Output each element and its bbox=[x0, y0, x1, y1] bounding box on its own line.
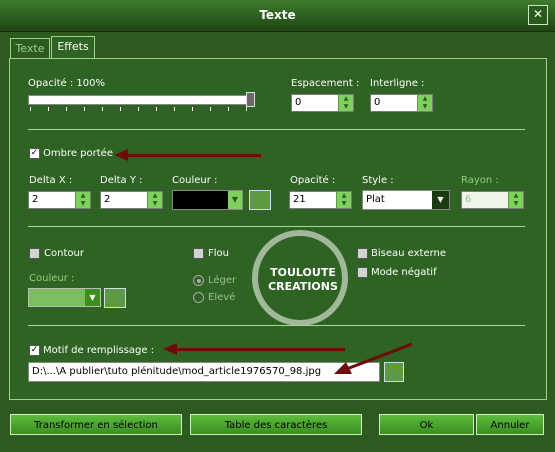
opacity-label: Opacité : 100% bbox=[28, 78, 106, 89]
couleur-contour-dropdown-icon[interactable]: ▼ bbox=[85, 289, 100, 306]
eleve-radio[interactable] bbox=[193, 292, 204, 303]
espacement-field[interactable]: 0 ▲ ▼ bbox=[291, 94, 354, 112]
biseau-label: Biseau externe bbox=[371, 248, 447, 259]
delta-y-value: 2 bbox=[104, 194, 111, 205]
eleve-label: Elevé bbox=[208, 292, 236, 303]
delta-y-field[interactable]: 2 ▲ ▼ bbox=[100, 191, 163, 209]
delta-x-spin-icon[interactable]: ▲ ▼ bbox=[75, 192, 90, 208]
motif-path-value: D:\...\A publier\tuto plénitude\mod_arti… bbox=[32, 366, 322, 377]
tab-texte[interactable]: Texte bbox=[10, 38, 50, 59]
espacement-value: 0 bbox=[295, 97, 302, 108]
motif-label: Motif de remplissage : bbox=[43, 345, 155, 356]
style-value: Plat bbox=[366, 194, 385, 205]
arrow-annotation-3 bbox=[334, 342, 413, 374]
delta-y-label: Delta Y : bbox=[100, 175, 143, 186]
couleur-ombre-label: Couleur : bbox=[172, 175, 218, 186]
ombre-checkbox[interactable]: ✓ bbox=[29, 148, 40, 159]
separator-2 bbox=[28, 226, 525, 227]
ok-button[interactable]: Ok bbox=[379, 414, 474, 435]
flou-checkbox[interactable] bbox=[193, 248, 204, 259]
close-icon[interactable]: ✕ bbox=[528, 5, 548, 25]
ombre-label: Ombre portée bbox=[43, 148, 113, 159]
delta-x-value: 2 bbox=[32, 194, 39, 205]
eyedropper-icon[interactable] bbox=[249, 190, 271, 210]
tab-effets[interactable]: Effets bbox=[51, 36, 95, 60]
contour-label: Contour bbox=[44, 248, 84, 259]
opacite2-field[interactable]: 21 ▲ ▼ bbox=[289, 191, 352, 209]
eyedropper-icon[interactable] bbox=[104, 288, 126, 308]
motif-path-input[interactable]: D:\...\A publier\tuto plénitude\mod_arti… bbox=[28, 362, 380, 382]
window-title: Texte bbox=[259, 8, 296, 22]
delta-y-spin-icon[interactable]: ▲ ▼ bbox=[147, 192, 162, 208]
interligne-field[interactable]: 0 ▲ ▼ bbox=[370, 94, 433, 112]
leger-label: Léger bbox=[208, 275, 237, 286]
opacity-slider-thumb[interactable] bbox=[246, 92, 255, 107]
espacement-spin-icon[interactable]: ▲ ▼ bbox=[338, 95, 353, 111]
delta-x-field[interactable]: 2 ▲ ▼ bbox=[28, 191, 91, 209]
transformer-button[interactable]: Transformer en sélection bbox=[10, 414, 182, 435]
opacite2-value: 21 bbox=[293, 194, 306, 205]
couleur-contour-label: Couleur : bbox=[29, 273, 75, 284]
flou-label: Flou bbox=[208, 248, 229, 259]
biseau-checkbox[interactable] bbox=[357, 248, 368, 259]
rayon-value: 6 bbox=[465, 194, 472, 205]
cancel-button[interactable]: Annuler bbox=[476, 414, 544, 435]
interligne-label: Interligne : bbox=[370, 78, 425, 89]
separator-1 bbox=[28, 129, 525, 130]
opacity-slider-track[interactable] bbox=[28, 95, 255, 105]
separator-3 bbox=[28, 325, 525, 326]
contour-checkbox[interactable] bbox=[29, 248, 40, 259]
arrow-annotation-2 bbox=[175, 348, 345, 351]
interligne-spin-icon[interactable]: ▲ ▼ bbox=[417, 95, 432, 111]
arrow-annotation-1 bbox=[126, 154, 261, 157]
mode-negatif-label: Mode négatif bbox=[371, 267, 437, 278]
opacite2-spin-icon[interactable]: ▲ ▼ bbox=[336, 192, 351, 208]
rayon-spin-icon[interactable]: ▲ ▼ bbox=[508, 192, 523, 208]
interligne-value: 0 bbox=[374, 97, 381, 108]
opacity-slider-ticks bbox=[30, 107, 252, 111]
table-caracteres-button[interactable]: Table des caractères bbox=[190, 414, 362, 435]
mode-negatif-checkbox[interactable] bbox=[357, 267, 368, 278]
espacement-label: Espacement : bbox=[291, 78, 360, 89]
leger-radio[interactable] bbox=[193, 275, 204, 286]
rayon-label: Rayon : bbox=[461, 175, 499, 186]
opacite2-label: Opacité : bbox=[290, 175, 336, 186]
watermark-line2: CREATIONS bbox=[268, 280, 338, 293]
motif-checkbox[interactable]: ✓ bbox=[29, 345, 40, 356]
delta-x-label: Delta X : bbox=[29, 175, 73, 186]
style-dropdown-icon[interactable]: ▼ bbox=[432, 191, 449, 209]
couleur-ombre-dropdown-icon[interactable]: ▼ bbox=[228, 191, 242, 209]
style-label: Style : bbox=[362, 175, 394, 186]
rayon-field[interactable]: 6 ▲ ▼ bbox=[461, 191, 524, 209]
watermark-line1: TOULOUTE bbox=[270, 266, 336, 279]
